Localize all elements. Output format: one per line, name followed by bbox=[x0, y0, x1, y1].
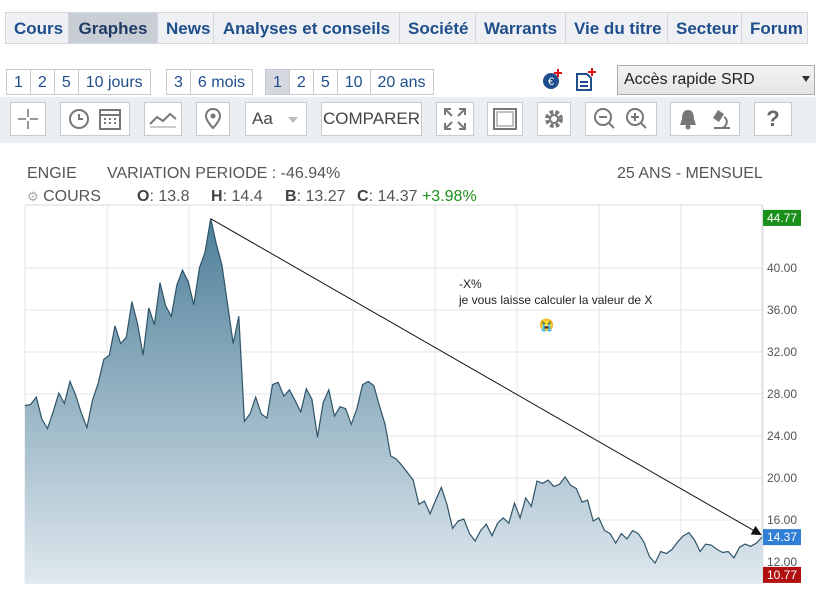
price-area bbox=[25, 218, 762, 583]
y-tick-label: 24.00 bbox=[767, 429, 797, 443]
y-tick-label: 36.00 bbox=[767, 303, 797, 317]
y-tick-label: 16.00 bbox=[767, 513, 797, 527]
min-value-badge-label: 10.77 bbox=[767, 568, 797, 582]
y-tick-label: 12.00 bbox=[767, 555, 797, 569]
annotation-line1: -X% bbox=[459, 277, 482, 291]
last-value-badge-label: 14.37 bbox=[767, 530, 797, 544]
crying-emoji-icon: 😭 bbox=[539, 318, 554, 332]
y-tick-label: 40.00 bbox=[767, 261, 797, 275]
max-value-badge-label: 44.77 bbox=[767, 211, 797, 225]
price-chart[interactable]: 12.00 16.00 20.00 24.00 28.00 32.00 36.00 40.00… bbox=[0, 0, 832, 593]
y-tick-label: 32.00 bbox=[767, 345, 797, 359]
y-tick-label: 28.00 bbox=[767, 387, 797, 401]
y-tick-label: 20.00 bbox=[767, 471, 797, 485]
annotation-line2: je vous laisse calculer la valeur de X bbox=[459, 293, 653, 307]
